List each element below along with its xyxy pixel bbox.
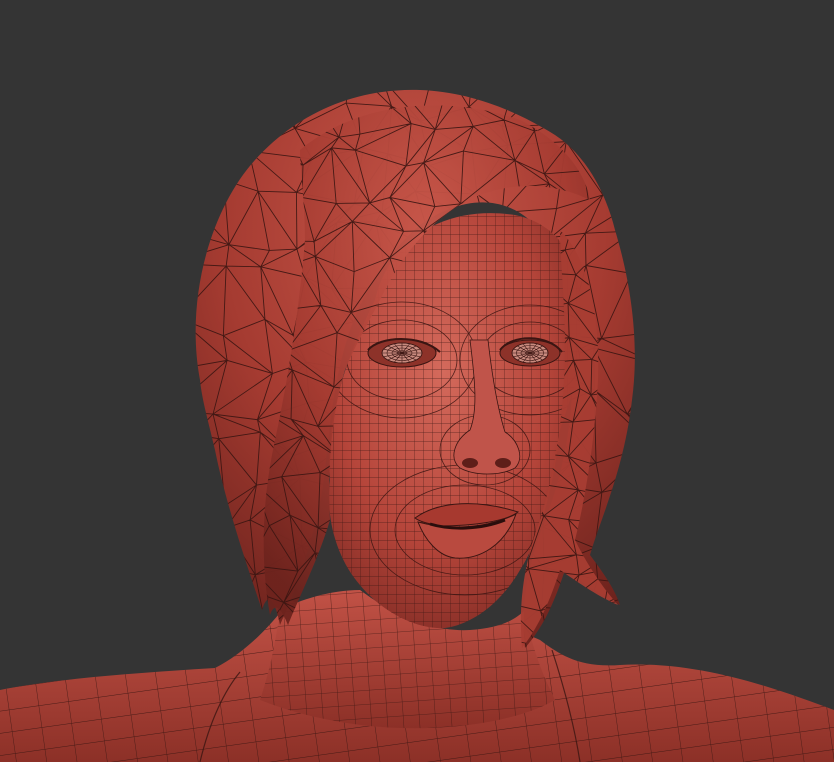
sculpt-render xyxy=(0,0,834,762)
3d-viewport[interactable] xyxy=(0,0,834,762)
